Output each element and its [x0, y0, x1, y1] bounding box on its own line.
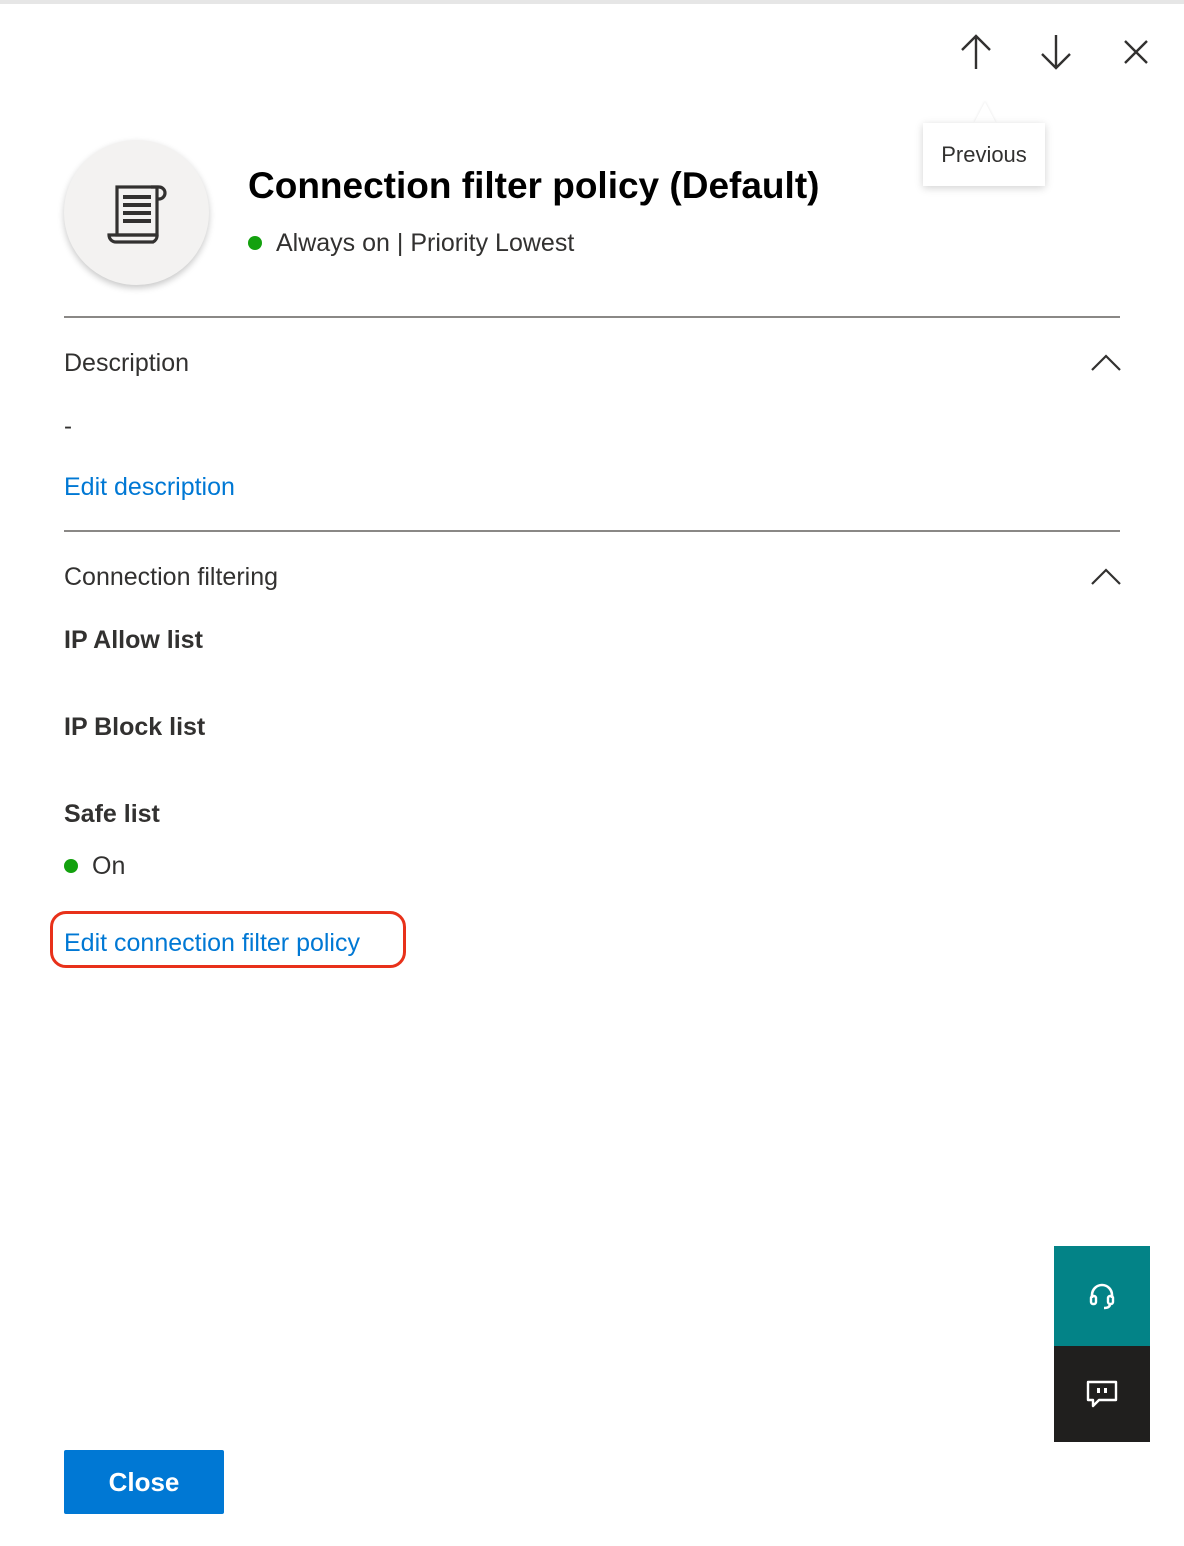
safe-list-value: On	[92, 851, 126, 880]
section-divider	[64, 316, 1120, 318]
previous-tooltip: Previous	[923, 123, 1045, 186]
ip-block-list-label: IP Block list	[64, 713, 206, 741]
safe-list-label: Safe list	[64, 800, 160, 828]
previous-button[interactable]	[954, 30, 998, 74]
next-button[interactable]	[1034, 30, 1078, 74]
description-value: -	[64, 413, 72, 440]
arrow-up-icon	[961, 34, 991, 69]
feedback-chat-icon	[1086, 1380, 1118, 1408]
edit-description-link[interactable]: Edit description	[64, 469, 235, 505]
safe-list-status: On	[64, 849, 125, 883]
policy-avatar	[64, 140, 209, 285]
chevron-up-icon[interactable]	[1086, 350, 1126, 374]
ip-allow-list-label: IP Allow list	[64, 626, 203, 654]
description-section-title: Description	[64, 349, 190, 377]
page-title: Connection filter policy (Default)	[248, 165, 820, 206]
tooltip-text: Previous	[941, 141, 1027, 167]
close-icon	[1124, 40, 1148, 64]
close-button[interactable]: Close	[64, 1450, 224, 1514]
close-panel-button[interactable]	[1114, 30, 1158, 74]
status-dot-icon	[248, 236, 262, 250]
edit-connection-filter-policy-link[interactable]: Edit connection filter policy	[64, 925, 360, 961]
status-text: Always on | Priority Lowest	[276, 228, 575, 257]
connection-filtering-section-title: Connection filtering	[64, 563, 279, 591]
top-border	[0, 0, 1184, 4]
headset-icon	[1089, 1283, 1115, 1310]
policy-status: Always on | Priority Lowest	[248, 225, 574, 261]
section-divider	[64, 530, 1120, 532]
scroll-policy-icon	[106, 184, 167, 244]
status-dot-icon	[64, 859, 78, 873]
chevron-up-icon[interactable]	[1086, 564, 1126, 588]
arrow-down-icon	[1041, 35, 1071, 70]
feedback-button[interactable]	[1054, 1346, 1150, 1442]
help-button[interactable]	[1054, 1246, 1150, 1346]
tooltip-beak	[974, 102, 996, 123]
